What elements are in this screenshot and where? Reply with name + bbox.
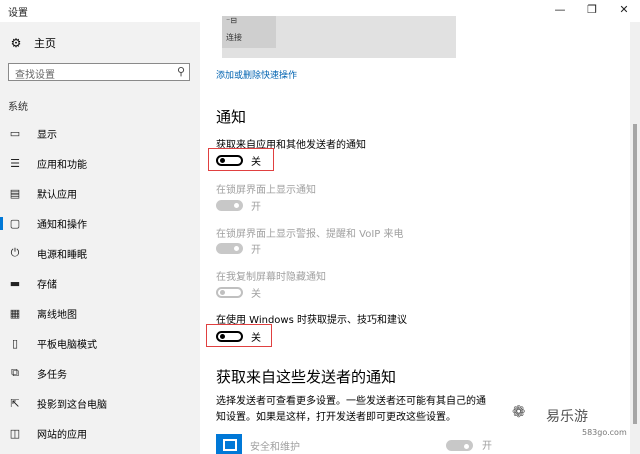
sidebar-item-default-apps[interactable]: ▤ 默认应用 (0, 178, 200, 208)
senders-heading: 获取来自这些发送者的通知 (216, 368, 397, 386)
toggle-switch[interactable] (216, 199, 243, 211)
sidebar-item-label: 离线地图 (37, 309, 77, 321)
scrollbar[interactable] (630, 22, 640, 454)
watermark: ❁ 易乐游 583go.com (512, 402, 632, 442)
sidebar-item-apps[interactable]: ☰ 应用和功能 (0, 148, 200, 178)
toggle-switch[interactable] (216, 286, 243, 298)
quick-action-tile[interactable]: ⁻⊟ 连接 (222, 16, 456, 58)
sidebar-item-label: 通知和操作 (37, 219, 87, 231)
app-name: 安全和维护 (250, 442, 300, 453)
map-icon: ▦ (9, 306, 21, 320)
sidebar-item-label: 显示 (37, 129, 57, 141)
sidebar-item-notifications[interactable]: ▢ 通知和操作 (0, 208, 200, 238)
group-label: 系统 (8, 102, 28, 113)
sidebar-item-label: 电源和睡眠 (37, 249, 87, 261)
toggle-lockscreen-notifications[interactable]: 开 (216, 198, 261, 213)
search-icon[interactable]: ⚲ (177, 65, 185, 78)
sidebar-item-label: 应用和功能 (37, 159, 87, 171)
display-icon: ▭ (9, 126, 21, 140)
window-controls: — ❐ ✕ (544, 0, 640, 22)
toggle-lockscreen-alarms[interactable]: 开 (216, 241, 261, 256)
setting-label: 在锁屏界面上显示警报、提醒和 VoIP 来电 (216, 229, 404, 240)
tablet-icon: ▯ (11, 336, 19, 350)
tile-glyph: ⁻⊟ (226, 16, 237, 25)
tile-label: 连接 (226, 33, 242, 42)
main-content: ⁻⊟ 连接 添加或删除快速操作 通知 获取来自应用和其他发送者的通知 关 在锁屏… (200, 16, 630, 454)
toggle-state: 关 (251, 288, 261, 300)
notification-icon: ▢ (9, 216, 21, 230)
list-item[interactable]: 安全和维护 开 (216, 434, 516, 454)
nav-list: ▭ 显示 ☰ 应用和功能 ▤ 默认应用 ▢ 通知和操作 ⏻ 电源和睡眠 ▬ 存储… (0, 118, 200, 448)
window-title: 设置 (8, 8, 28, 19)
scrollbar-thumb[interactable] (633, 124, 637, 424)
notifications-heading: 通知 (216, 108, 247, 126)
sidebar-item-label: 投影到这台电脑 (37, 399, 107, 411)
setting-label: 在我复制屏幕时隐藏通知 (216, 272, 326, 283)
close-icon[interactable]: ✕ (608, 0, 640, 22)
add-remove-quick-actions-link[interactable]: 添加或删除快速操作 (216, 68, 297, 81)
toggle-state: 开 (482, 441, 492, 452)
power-icon: ⏻ (10, 246, 20, 259)
gear-icon: ⚙ (10, 36, 22, 50)
home-nav[interactable]: ⚙ 主页 (8, 34, 56, 52)
sidebar-item-power[interactable]: ⏻ 电源和睡眠 (0, 238, 200, 268)
security-maintenance-icon (216, 434, 242, 454)
wechat-icon: ❁ (512, 402, 526, 421)
sidebar-item-display[interactable]: ▭ 显示 (0, 118, 200, 148)
sidebar-item-projecting[interactable]: ⇱ 投影到这台电脑 (0, 388, 200, 418)
project-icon: ⇱ (10, 396, 20, 410)
toggle-state: 开 (251, 201, 261, 213)
sidebar-item-offline-maps[interactable]: ▦ 离线地图 (0, 298, 200, 328)
sidebar-item-label: 多任务 (37, 369, 67, 381)
search-placeholder: 查找设置 (15, 70, 55, 81)
sidebar-item-label: 网站的应用 (37, 429, 87, 441)
watermark-brand: 易乐游 (546, 409, 588, 425)
sidebar: ⚙ 主页 查找设置 ⚲ 系统 ▭ 显示 ☰ 应用和功能 ▤ 默认应用 ▢ 通知和… (0, 22, 200, 454)
web-apps-icon: ◫ (9, 426, 21, 440)
watermark-site: 583go.com (582, 428, 627, 437)
sidebar-item-label: 默认应用 (37, 189, 77, 201)
sidebar-item-web-apps[interactable]: ◫ 网站的应用 (0, 418, 200, 448)
toggle-switch[interactable] (216, 242, 243, 254)
sidebar-item-label: 存储 (37, 279, 57, 291)
restore-icon[interactable]: ❐ (576, 0, 608, 22)
multitask-icon: ⧉ (11, 366, 19, 379)
minimize-icon[interactable]: — (544, 0, 576, 22)
highlight-box (208, 148, 274, 171)
highlight-box (206, 324, 272, 347)
storage-icon: ▬ (9, 276, 21, 290)
sidebar-item-tablet-mode[interactable]: ▯ 平板电脑模式 (0, 328, 200, 358)
default-apps-icon: ▤ (9, 186, 21, 200)
toggle-hide-when-duplicating[interactable]: 关 (216, 285, 261, 300)
senders-description: 选择发送者可查看更多设置。一些发送者还可能有其自己的通知设置。如果是这样，打开发… (216, 396, 486, 423)
search-input[interactable]: 查找设置 ⚲ (8, 63, 190, 81)
toggle-state: 开 (251, 244, 261, 256)
apps-list-icon: ☰ (10, 156, 20, 170)
setting-label: 在锁屏界面上显示通知 (216, 185, 316, 196)
sidebar-item-label: 平板电脑模式 (37, 339, 97, 351)
home-label: 主页 (34, 37, 56, 50)
sidebar-item-multitasking[interactable]: ⧉ 多任务 (0, 358, 200, 388)
connect-tile[interactable]: ⁻⊟ 连接 (222, 16, 276, 48)
toggle-switch[interactable] (446, 440, 473, 451)
sidebar-item-storage[interactable]: ▬ 存储 (0, 268, 200, 298)
